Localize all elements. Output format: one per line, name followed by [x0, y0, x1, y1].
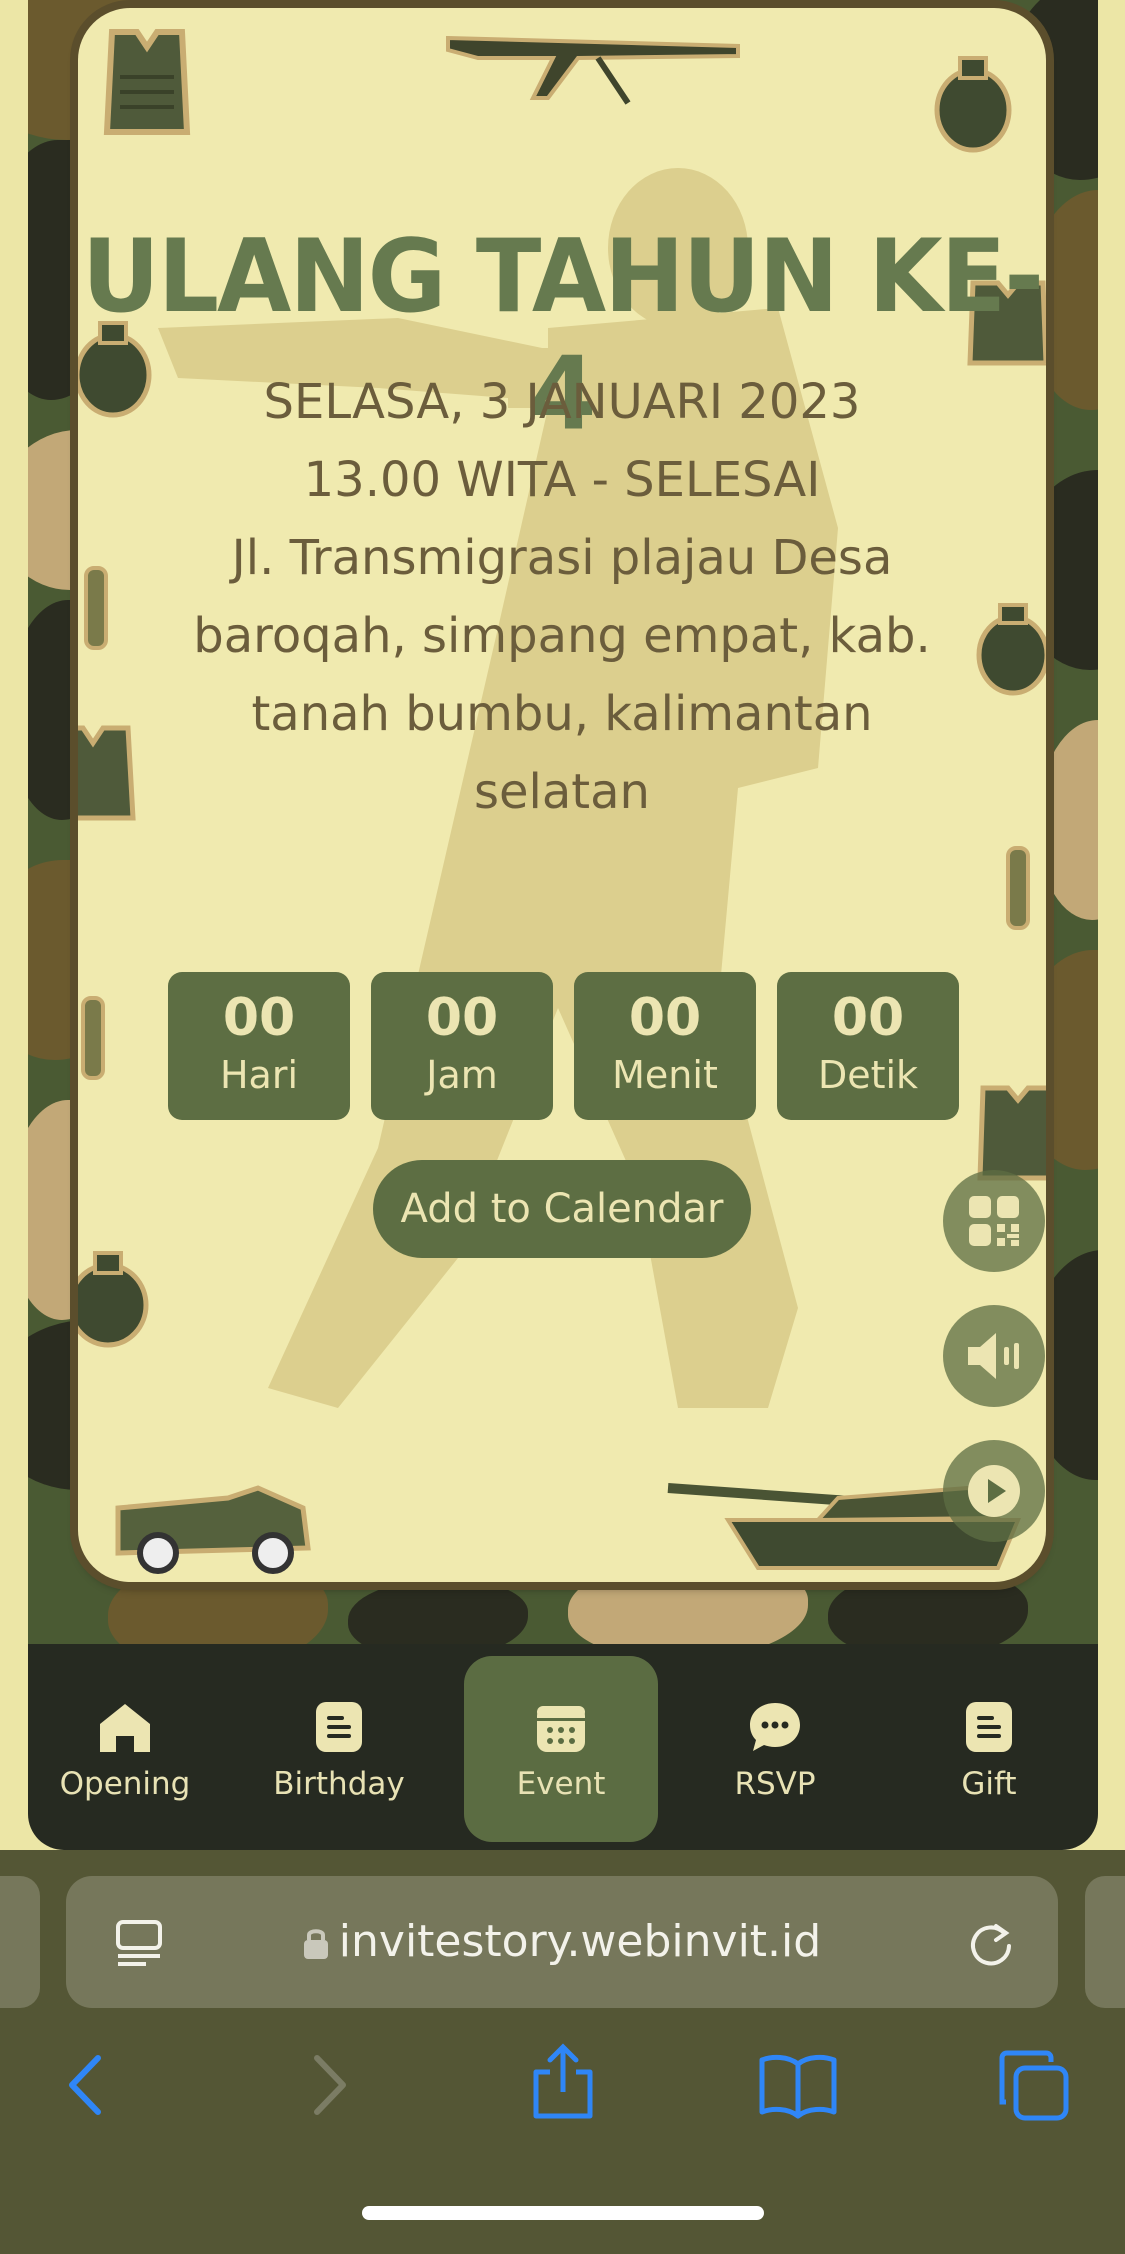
- countdown: 00 Hari 00 Jam 00 Menit 00 Detik: [168, 972, 959, 1120]
- countdown-value: 00: [831, 988, 905, 1048]
- calendar-icon: [537, 1706, 585, 1752]
- countdown-hours: 00 Jam: [371, 972, 553, 1120]
- bullet-icon: [1006, 846, 1030, 930]
- bottom-nav: Opening Birthday Event RSVP Gift: [28, 1644, 1098, 1850]
- nav-item-gift[interactable]: Gift: [892, 1656, 1086, 1842]
- countdown-days: 00 Hari: [168, 972, 350, 1120]
- play-button[interactable]: [943, 1440, 1045, 1542]
- qr-code-button[interactable]: [943, 1170, 1045, 1272]
- back-icon[interactable]: [60, 2050, 110, 2120]
- speaker-icon: [968, 1333, 1019, 1379]
- event-address-line: Jl. Transmigrasi plajau Desa: [231, 530, 893, 586]
- chat-icon: [750, 1703, 800, 1751]
- countdown-minutes: 00 Menit: [574, 972, 756, 1120]
- nav-label: RSVP: [734, 1766, 816, 1802]
- add-to-calendar-button[interactable]: Add to Calendar: [373, 1160, 751, 1258]
- bullet-icon: [81, 996, 105, 1080]
- document-icon: [316, 1702, 362, 1752]
- previous-tab-preview[interactable]: [0, 1876, 40, 2008]
- nav-item-event[interactable]: Event: [464, 1656, 658, 1842]
- address-bar[interactable]: invitestory.webinvit.id: [66, 1876, 1058, 2008]
- qr-code-icon: [969, 1196, 1019, 1246]
- event-address-line: tanah bumbu, kalimantan: [251, 686, 873, 742]
- nav-item-birthday[interactable]: Birthday: [242, 1656, 436, 1842]
- machine-gun-icon: [446, 35, 740, 105]
- nav-label: Birthday: [273, 1766, 405, 1802]
- grenade-icon: [976, 603, 1046, 696]
- nav-item-rsvp[interactable]: RSVP: [678, 1656, 872, 1842]
- vest-icon: [78, 725, 136, 821]
- nav-item-opening[interactable]: Opening: [28, 1656, 222, 1842]
- nav-label: Event: [516, 1766, 606, 1802]
- countdown-label: Menit: [612, 1053, 718, 1097]
- bullet-icon: [84, 566, 108, 650]
- countdown-label: Hari: [219, 1053, 299, 1097]
- forward-icon[interactable]: [305, 2050, 355, 2120]
- vest-icon: [103, 29, 191, 135]
- url-text: invitestory.webinvit.id: [66, 1876, 1058, 2008]
- home-icon: [100, 1704, 150, 1752]
- countdown-value: 00: [425, 988, 499, 1048]
- browser-toolbar: invitestory.webinvit.id: [0, 1850, 1125, 2254]
- countdown-value: 00: [222, 988, 296, 1048]
- bookmarks-icon[interactable]: [758, 2050, 838, 2120]
- countdown-label: Jam: [426, 1053, 498, 1097]
- document-icon: [966, 1702, 1012, 1752]
- reload-icon[interactable]: [966, 1918, 1016, 1968]
- jeep-icon: [115, 1485, 311, 1574]
- tabs-icon[interactable]: [996, 2048, 1070, 2122]
- share-icon[interactable]: [528, 2042, 598, 2122]
- grenade-icon: [78, 1251, 149, 1348]
- next-tab-preview[interactable]: [1085, 1876, 1125, 2008]
- invitation-card: ULANG TAHUN KE-4 SELASA, 3 JANUARI 2023 …: [78, 8, 1046, 1582]
- music-toggle-button[interactable]: [943, 1305, 1045, 1407]
- home-indicator: [362, 2206, 764, 2220]
- url: invitestory.webinvit.id: [338, 1916, 822, 1967]
- nav-label: Opening: [59, 1766, 191, 1802]
- countdown-label: Detik: [817, 1053, 919, 1097]
- event-address-line: selatan: [474, 764, 650, 820]
- lock-icon: [303, 1929, 328, 1959]
- countdown-value: 00: [628, 988, 702, 1048]
- event-time: 13.00 WITA - SELESAI: [303, 452, 821, 508]
- event-address-line: baroqah, simpang empat, kab.: [193, 608, 931, 664]
- grenade-icon: [934, 56, 1012, 153]
- play-icon: [968, 1465, 1020, 1517]
- event-date: SELASA, 3 JANUARI 2023: [263, 374, 861, 430]
- countdown-seconds: 00 Detik: [777, 972, 959, 1120]
- nav-label: Gift: [961, 1766, 1017, 1802]
